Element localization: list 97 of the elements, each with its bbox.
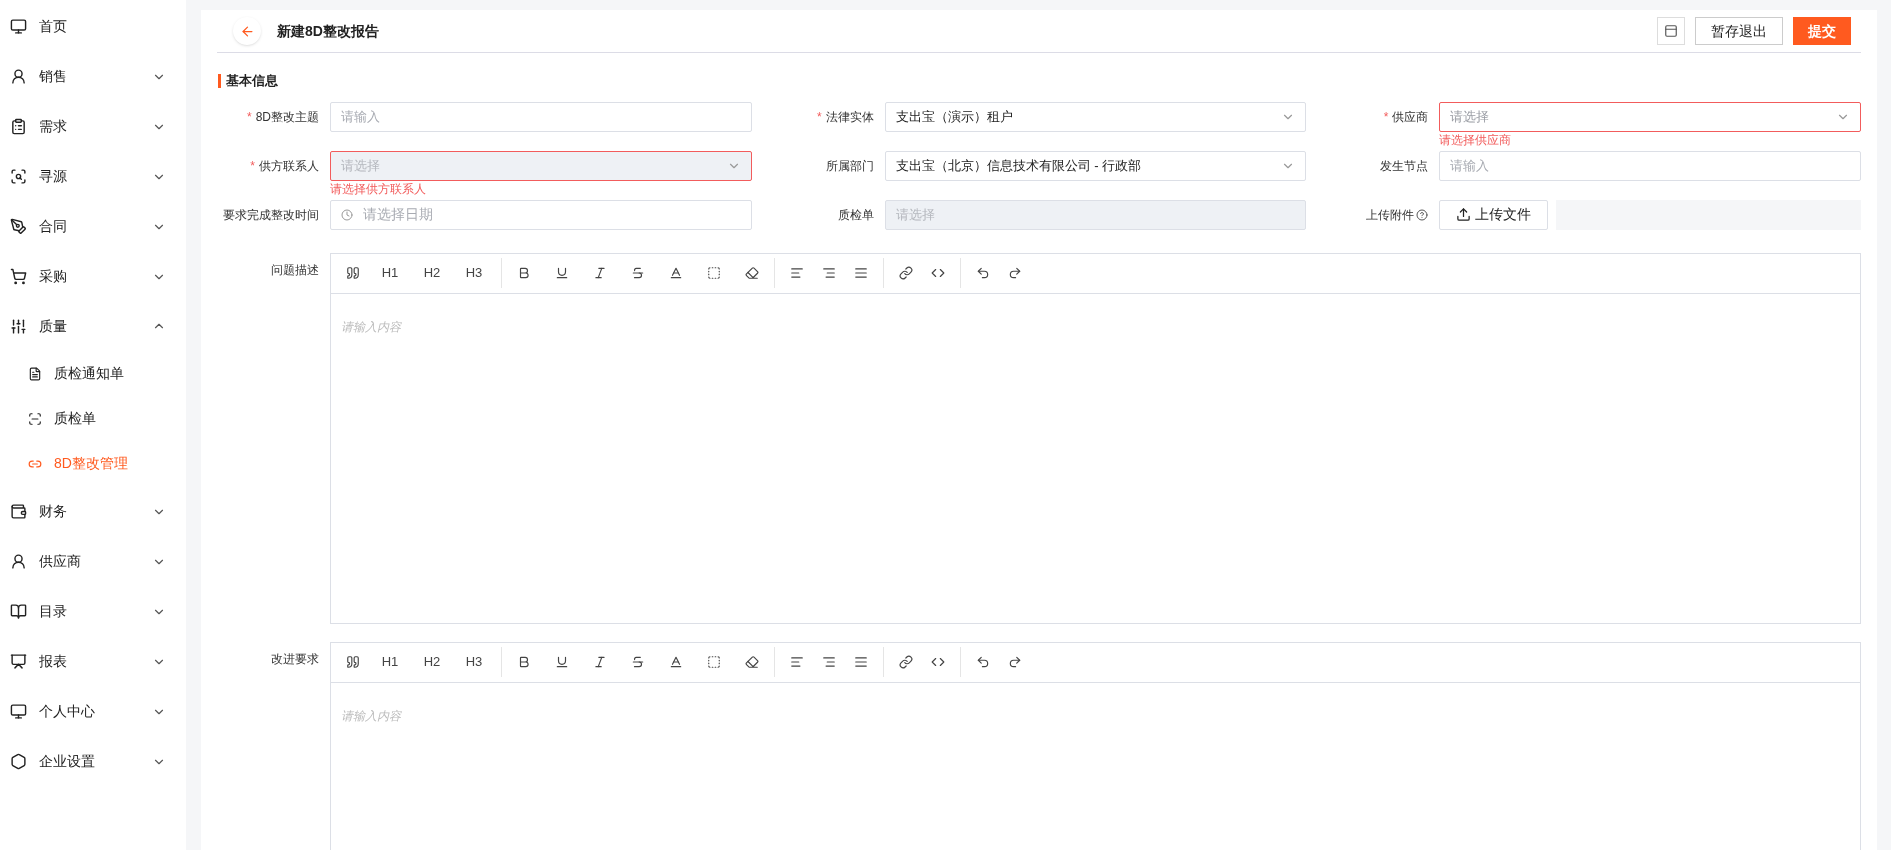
italic-icon xyxy=(593,266,607,280)
person-icon xyxy=(10,552,27,570)
layout-icon xyxy=(1664,24,1678,38)
pen-icon xyxy=(10,217,27,235)
heading-button[interactable]: H2 xyxy=(411,258,453,288)
sidebar-subitem[interactable]: 质检通知单 xyxy=(0,351,186,396)
clock-icon xyxy=(341,208,353,221)
document-icon xyxy=(28,366,42,381)
sidebar-item[interactable]: 报表 xyxy=(0,636,186,686)
field-label: 问题描述 xyxy=(271,262,319,277)
board-icon xyxy=(10,652,27,670)
undo-icon xyxy=(976,266,990,280)
error-message: 请选择供应商 xyxy=(1439,131,1513,149)
link-icon xyxy=(899,266,913,280)
heading-button[interactable]: H3 xyxy=(453,258,495,288)
strikethrough-icon xyxy=(631,655,645,669)
monitor-icon xyxy=(10,17,27,35)
editor-placeholder: 请输入内容 xyxy=(341,708,401,723)
font-color-icon xyxy=(669,266,683,280)
sidebar-item[interactable]: 企业设置 xyxy=(0,736,186,786)
field-label: 供应商 xyxy=(1392,108,1429,126)
field-label: 改进要求 xyxy=(271,651,319,666)
cart-icon xyxy=(10,267,27,285)
underline-icon xyxy=(555,266,569,280)
align-left-icon xyxy=(790,655,804,669)
sidebar-item[interactable]: 需求 xyxy=(0,101,186,151)
person-icon xyxy=(10,67,27,85)
back-button[interactable] xyxy=(233,17,261,45)
sidebar-item[interactable]: 个人中心 xyxy=(0,686,186,736)
align-justify-icon xyxy=(854,266,868,280)
align-justify-icon xyxy=(854,655,868,669)
required-mark: * xyxy=(817,108,822,126)
bold-icon xyxy=(517,655,531,669)
help-icon xyxy=(1416,208,1429,221)
sidebar-item[interactable]: 质量 xyxy=(0,301,186,351)
layout-button[interactable] xyxy=(1657,17,1685,45)
font-color-icon xyxy=(669,655,683,669)
required-mark: * xyxy=(247,108,252,126)
save-exit-button[interactable]: 暂存退出 xyxy=(1695,17,1783,45)
redo-icon xyxy=(1008,655,1022,669)
sidebar-subitem[interactable]: 质检单 xyxy=(0,396,186,441)
strikethrough-icon xyxy=(631,266,645,280)
bold-icon xyxy=(517,266,531,280)
field-label: 要求完成整改时间 xyxy=(223,206,319,224)
editor-placeholder: 请输入内容 xyxy=(341,319,401,334)
field-label: 供方联系人 xyxy=(259,157,319,175)
sidebar-item[interactable]: 寻源 xyxy=(0,151,186,201)
code-icon xyxy=(931,266,945,280)
hexagon-icon xyxy=(10,752,27,770)
sidebar-item[interactable]: 销售 xyxy=(0,51,186,101)
sidebar-item[interactable]: 财务 xyxy=(0,486,186,536)
upload-icon xyxy=(1456,207,1472,222)
heading-button[interactable]: H2 xyxy=(411,647,453,677)
sidebar-item[interactable]: 合同 xyxy=(0,201,186,251)
eraser-icon xyxy=(745,655,759,669)
heading-button[interactable]: H1 xyxy=(369,258,411,288)
sliders-icon xyxy=(10,317,27,335)
sidebar-item[interactable]: 采购 xyxy=(0,251,186,301)
eraser-icon xyxy=(745,266,759,280)
monitor-icon xyxy=(10,702,27,720)
error-message: 请选择供方联系人 xyxy=(330,180,427,198)
quote-icon xyxy=(346,655,360,669)
select-field[interactable]: 支出宝（北京）信息技术有限公司 - 行政部 xyxy=(884,150,1307,181)
select-field[interactable]: 支出宝（演示）租户 xyxy=(884,101,1307,132)
sidebar-item[interactable]: 目录 xyxy=(0,586,186,636)
field-label: 发生节点 xyxy=(1380,157,1429,175)
page-title: 新建8D整改报告 xyxy=(277,21,379,41)
magnifier-icon xyxy=(10,167,27,185)
clipboard-icon xyxy=(10,117,27,135)
wallet-icon xyxy=(10,502,27,520)
required-mark: * xyxy=(1383,108,1389,126)
underline-icon xyxy=(555,655,569,669)
rich-text-editor[interactable]: H1 H2 H3 请输入内容 xyxy=(330,252,1861,624)
heading-button[interactable]: H3 xyxy=(453,647,495,677)
align-left-icon xyxy=(790,266,804,280)
field-label: 法律实体 xyxy=(825,108,874,126)
scan-icon xyxy=(28,411,42,426)
align-right-icon xyxy=(822,655,836,669)
section-accent-bar xyxy=(218,73,221,88)
code-icon xyxy=(931,655,945,669)
rich-text-editor[interactable]: H1 H2 H3 请输入内容 xyxy=(330,641,1861,850)
field-label: 上传附件 xyxy=(1366,206,1415,224)
redo-icon xyxy=(1008,266,1022,280)
required-mark: * xyxy=(250,157,255,175)
field-label: 质检单 xyxy=(837,206,874,224)
field-label: 所属部门 xyxy=(825,157,874,175)
section-title: 基本信息 xyxy=(226,72,278,90)
link-icon xyxy=(899,655,913,669)
sidebar-item[interactable]: 首页 xyxy=(0,1,186,51)
upload-button[interactable]: 上传文件 xyxy=(1439,199,1549,230)
field-label: 8D整改主题 xyxy=(255,108,319,126)
heading-button[interactable]: H1 xyxy=(369,647,411,677)
align-right-icon xyxy=(822,266,836,280)
italic-icon xyxy=(593,655,607,669)
quote-icon xyxy=(346,266,360,280)
undo-icon xyxy=(976,655,990,669)
sidebar-item[interactable]: 供应商 xyxy=(0,536,186,586)
